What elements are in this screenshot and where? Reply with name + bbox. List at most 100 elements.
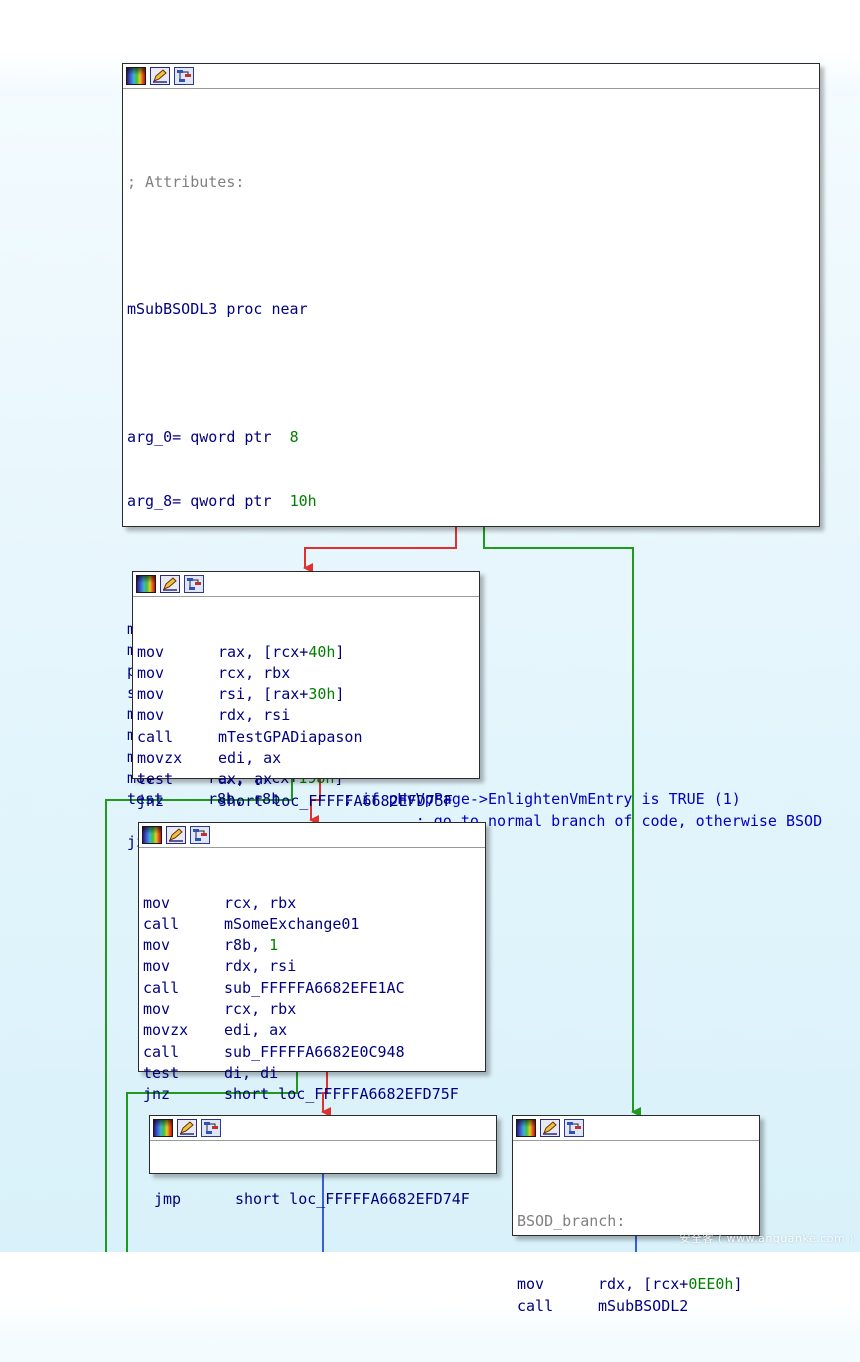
mnemonic: movzx [143,1021,189,1040]
number-operand: 0EE0h [688,1275,734,1294]
mnemonic: call [143,978,180,997]
mnemonic: mov [137,642,165,661]
number-operand: 40h [308,642,336,661]
code-block-proc-entry[interactable]: ; Attributes: mSubBSODL3 proc near arg_0… [122,63,822,851]
mnemonic: mov [137,663,165,682]
instruction-line[interactable]: mov rcx, rbx [137,663,475,684]
mnemonic: call [137,727,174,746]
operand: ax, ax [218,770,273,789]
color-icon[interactable] [136,575,156,593]
instruction-line[interactable]: jnz short loc_FFFFFA6682EFD75F [137,791,475,812]
instruction-line[interactable]: mov rcx, rbx [143,893,481,914]
operand: ] [733,1275,743,1294]
operand: rdx, [rcx+ [598,1275,689,1294]
graph-icon[interactable] [190,826,210,844]
edit-icon[interactable] [177,1119,197,1137]
instruction-line[interactable]: mov rsi, [rax+30h] [137,684,475,705]
instruction-line[interactable]: mov rdx, rsi [137,705,475,726]
operand: r8b, [224,936,270,955]
color-icon[interactable] [516,1119,536,1137]
operand: mSomeExchange01 [224,914,360,933]
mnemonic: mov [143,893,171,912]
mnemonic: jmp [154,1189,182,1208]
operand: mSubBSODL2 [598,1296,689,1315]
block-code: BSOD_branch: mov rdx, [rcx+0EE0h] call mSub… [513,1141,759,1362]
mnemonic: mov [137,685,165,704]
operand: short loc_FFFFFA6682EFD74F [235,1189,470,1208]
block-code: jmp short loc_FFFFFA6682EFD74F [150,1141,496,1254]
instruction-list: mov rdx, [rcx+0EE0h] call mSubBSODL2 [517,1274,755,1317]
operand: rsi, [rax+ [218,685,309,704]
edit-icon[interactable] [166,826,186,844]
operand: rdx, rsi [218,706,291,725]
mnemonic: mov [137,706,165,725]
color-icon[interactable] [142,826,162,844]
block-header [139,823,485,848]
block-header [513,1116,759,1141]
operand: edi, ax [224,1021,288,1040]
color-icon[interactable] [126,67,146,85]
mnemonic: mov [143,957,171,976]
arg-line: arg_0= qword ptr 8 [127,428,299,447]
instruction-line[interactable]: test di, di [143,1063,481,1084]
operand: rdx, rsi [224,957,297,976]
edit-icon[interactable] [160,575,180,593]
graph-icon[interactable] [564,1119,584,1137]
instruction-line[interactable]: call sub_FFFFFA6682EFE1AC [143,978,481,999]
block-header [133,572,479,597]
block-code: mov rcx, rbx call mSomeExchange01 mov r8b, 1m… [139,848,485,1150]
instruction-line[interactable]: jmp short loc_FFFFFA6682EFD74F [154,1189,492,1210]
instruction-line[interactable]: mov rdx, [rcx+0EE0h] [517,1274,755,1295]
mnemonic: jnz [137,791,165,810]
mnemonic: jnz [143,1085,171,1104]
operand: rcx, rbx [224,1000,297,1019]
instruction-line[interactable]: movzx edi, ax [137,748,475,769]
code-block-exchange[interactable]: mov rcx, rbx call mSomeExchange01 mov r8b, 1m… [138,822,486,1103]
instruction-list: mov rcx, rbx call mSomeExchange01 mov r8b, 1m… [143,893,481,1106]
mnemonic: test [143,1063,180,1082]
operand: short loc_FFFFFA6682EFD75F [224,1085,459,1104]
instruction-line[interactable]: mov r8b, 1 [143,935,481,956]
edit-icon[interactable] [540,1119,560,1137]
operand: rax, [rcx+ [218,642,309,661]
color-icon[interactable] [153,1119,173,1137]
number-operand: 30h [308,685,336,704]
bsod-branch-label[interactable]: BSOD_branch: [517,1211,755,1232]
instruction-line[interactable]: mov rax, [rcx+40h] [137,642,475,663]
graph-icon[interactable] [201,1119,221,1137]
operand: rcx, rbx [218,663,291,682]
mnemonic: mov [143,1000,171,1019]
instruction-list: jmp short loc_FFFFFA6682EFD74F [154,1189,492,1210]
operand: di, di [224,1063,279,1082]
mnemonic: movzx [137,749,183,768]
instruction-line[interactable]: call mTestGPADiapason [137,727,475,748]
operand: sub_FFFFFA6682EFE1AC [224,978,405,997]
instruction-line[interactable]: call mSomeExchange01 [143,914,481,935]
mnemonic: call [143,1042,180,1061]
mnemonic: call [143,914,180,933]
block-header [150,1116,496,1141]
instruction-line[interactable]: test ax, ax [137,769,475,790]
watermark: 安全客 ( www.anquanke.com ) [679,1232,854,1245]
proc-declaration[interactable]: mSubBSODL3 proc near [127,299,815,320]
instruction-line[interactable]: movzx edi, ax [143,1020,481,1041]
instruction-line[interactable]: call mSubBSODL2 [517,1296,755,1317]
operand: ] [335,642,345,661]
mnemonic: mov [143,936,171,955]
instruction-line[interactable]: jnz short loc_FFFFFA6682EFD75F [143,1084,481,1105]
mnemonic: test [137,770,174,789]
instruction-line[interactable]: call sub_FFFFFA6682E0C948 [143,1042,481,1063]
attributes-comment: ; Attributes: [127,172,245,191]
code-block-bsod-branch[interactable]: BSOD_branch: mov rdx, [rcx+0EE0h] call mSub… [512,1115,760,1315]
code-block-jmp[interactable]: jmp short loc_FFFFFA6682EFD74F [149,1115,497,1208]
operand: rcx, rbx [224,893,297,912]
mnemonic: mov [517,1275,545,1294]
edit-icon[interactable] [150,67,170,85]
instruction-line[interactable]: mov rdx, rsi [143,956,481,977]
graph-icon[interactable] [184,575,204,593]
code-block-test-gpa[interactable]: mov rax, [rcx+40h] mov rcx, rbx mov rsi, [rax… [132,571,480,810]
operand: edi, ax [218,749,282,768]
graph-icon[interactable] [174,67,194,85]
number-operand: 1 [269,936,279,955]
instruction-line[interactable]: mov rcx, rbx [143,999,481,1020]
